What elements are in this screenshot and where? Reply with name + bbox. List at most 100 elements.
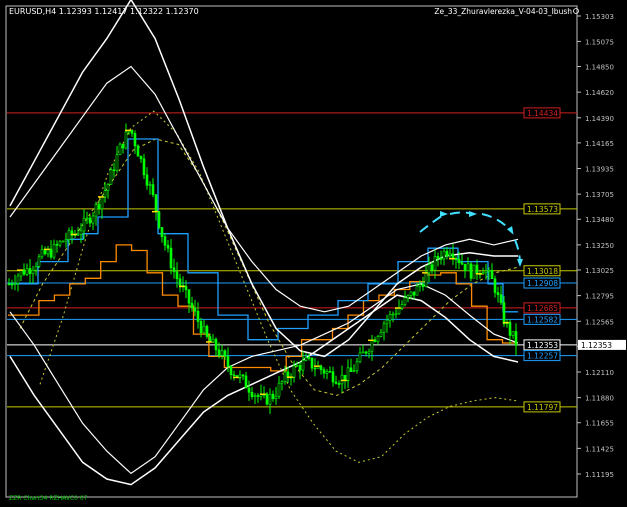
candle-body[interactable]: [328, 371, 332, 373]
candle-body[interactable]: [79, 230, 83, 235]
candle-body[interactable]: [274, 395, 278, 399]
candle-body[interactable]: [163, 236, 167, 246]
candle-body[interactable]: [244, 375, 248, 389]
candle-body[interactable]: [349, 367, 353, 372]
candle-body[interactable]: [430, 264, 434, 271]
candle-body[interactable]: [187, 289, 191, 304]
candle-body[interactable]: [13, 283, 17, 285]
candle-body[interactable]: [310, 357, 314, 369]
candle-body[interactable]: [412, 291, 416, 296]
candle-body[interactable]: [370, 340, 374, 352]
candle-body[interactable]: [337, 383, 341, 385]
candle-body[interactable]: [442, 250, 446, 260]
candle-body[interactable]: [352, 370, 356, 372]
candle-body[interactable]: [400, 304, 404, 309]
candle-body[interactable]: [265, 393, 269, 405]
candle-body[interactable]: [103, 190, 107, 198]
candle-body[interactable]: [502, 302, 506, 325]
candle-body[interactable]: [106, 184, 110, 191]
candle-body[interactable]: [493, 278, 497, 293]
candle-body[interactable]: [199, 321, 203, 334]
candle-body[interactable]: [172, 267, 176, 273]
candle-body[interactable]: [508, 322, 512, 336]
candle-body[interactable]: [466, 263, 470, 271]
candle-body[interactable]: [223, 350, 227, 357]
candle-body[interactable]: [331, 371, 335, 383]
candle-body[interactable]: [160, 227, 164, 237]
candle-body[interactable]: [496, 292, 500, 296]
candle-body[interactable]: [55, 244, 59, 246]
candle-body[interactable]: [136, 145, 140, 157]
candle-body[interactable]: [88, 217, 92, 224]
candle-body[interactable]: [460, 262, 464, 265]
candle-body[interactable]: [208, 336, 212, 343]
candle-body[interactable]: [448, 253, 452, 257]
candle-body[interactable]: [484, 270, 488, 274]
candle-body[interactable]: [469, 263, 473, 279]
candle-body[interactable]: [439, 258, 443, 260]
candle-body[interactable]: [58, 241, 62, 246]
candle-body[interactable]: [85, 217, 89, 220]
candle-body[interactable]: [388, 313, 392, 321]
candle-body[interactable]: [427, 264, 431, 274]
candle-body[interactable]: [283, 371, 287, 382]
candle-body[interactable]: [145, 174, 149, 186]
candle-body[interactable]: [52, 244, 56, 258]
candle-body[interactable]: [217, 349, 221, 356]
candle-body[interactable]: [97, 204, 101, 210]
candle-body[interactable]: [115, 154, 119, 171]
candle-body[interactable]: [175, 271, 179, 280]
candle-body[interactable]: [325, 371, 329, 374]
candle-body[interactable]: [121, 143, 125, 149]
candle-body[interactable]: [124, 131, 128, 149]
candle-body[interactable]: [16, 275, 20, 284]
candle-body[interactable]: [424, 272, 428, 287]
candle-body[interactable]: [436, 256, 440, 259]
candle-body[interactable]: [94, 204, 98, 217]
candle-body[interactable]: [22, 269, 26, 275]
candle-body[interactable]: [367, 350, 371, 354]
candle-body[interactable]: [301, 360, 305, 371]
candle-body[interactable]: [298, 365, 302, 371]
candle-body[interactable]: [205, 325, 209, 337]
candle-body[interactable]: [232, 374, 236, 376]
candle-body[interactable]: [364, 351, 368, 354]
candle-body[interactable]: [178, 278, 182, 286]
candle-body[interactable]: [184, 286, 188, 291]
candle-body[interactable]: [361, 351, 365, 354]
candle-body[interactable]: [7, 283, 11, 286]
candle-body[interactable]: [481, 272, 485, 275]
candle-body[interactable]: [340, 374, 344, 385]
candle-body[interactable]: [25, 268, 29, 275]
candle-body[interactable]: [118, 143, 122, 156]
candle-body[interactable]: [403, 297, 407, 305]
candle-body[interactable]: [511, 331, 515, 336]
candle-body[interactable]: [226, 356, 230, 367]
candle-body[interactable]: [490, 270, 494, 280]
candle-body[interactable]: [19, 269, 23, 277]
candle-body[interactable]: [514, 331, 518, 346]
candle-body[interactable]: [334, 381, 338, 384]
candle-body[interactable]: [445, 250, 449, 257]
candle-body[interactable]: [142, 158, 146, 176]
candle-body[interactable]: [454, 258, 458, 260]
candle-body[interactable]: [304, 357, 308, 361]
candle-body[interactable]: [343, 374, 347, 381]
candle-body[interactable]: [346, 367, 350, 381]
candle-body[interactable]: [28, 268, 32, 275]
candle-body[interactable]: [271, 393, 275, 399]
candle-body[interactable]: [379, 331, 383, 337]
candle-body[interactable]: [472, 264, 476, 279]
candle-body[interactable]: [82, 218, 86, 232]
candle-body[interactable]: [130, 130, 134, 134]
candle-body[interactable]: [319, 365, 323, 371]
candle-body[interactable]: [193, 307, 197, 312]
candle-body[interactable]: [91, 215, 95, 224]
candle-body[interactable]: [43, 249, 47, 255]
candle-body[interactable]: [250, 392, 254, 397]
candle-body[interactable]: [307, 357, 311, 359]
candle-body[interactable]: [421, 284, 425, 287]
candle-body[interactable]: [499, 294, 503, 303]
candle-body[interactable]: [382, 323, 386, 333]
candle-body[interactable]: [415, 285, 419, 296]
